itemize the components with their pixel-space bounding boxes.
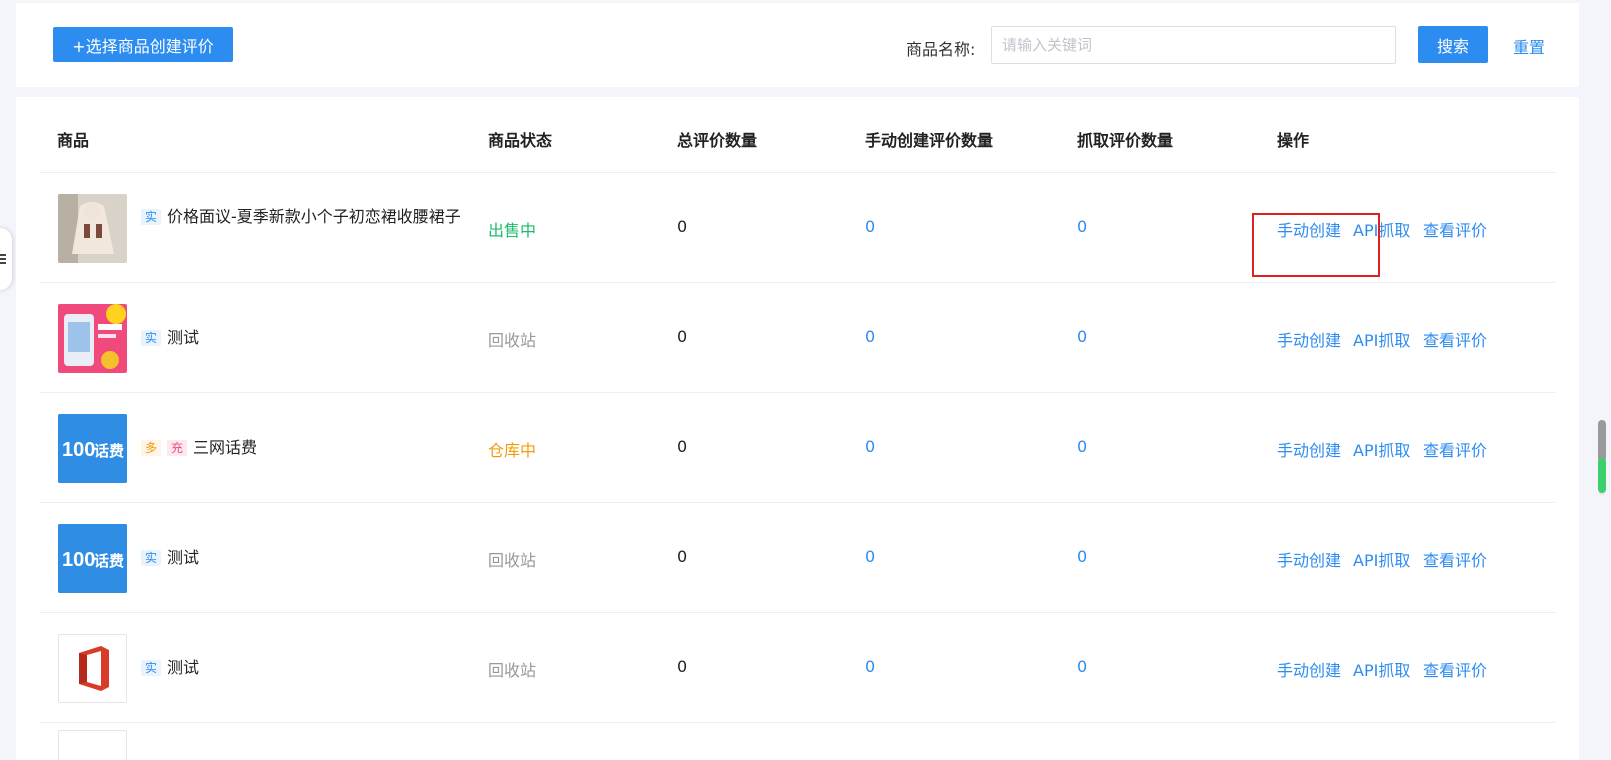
manual-create-link[interactable]: 手动创建 bbox=[1277, 657, 1341, 681]
select-product-create-review-button[interactable]: +选择商品创建评价 bbox=[53, 27, 233, 62]
header-actions: 操作 bbox=[1277, 131, 1310, 150]
search-button[interactable]: 搜索 bbox=[1418, 26, 1488, 63]
table-row-partial bbox=[58, 730, 127, 760]
total-review-count: 0 bbox=[677, 437, 688, 456]
product-thumbnail[interactable]: 100 话费 bbox=[58, 524, 127, 593]
header-product: 商品 bbox=[57, 131, 90, 150]
api-fetch-link[interactable]: API抓取 bbox=[1353, 657, 1410, 681]
office-logo-image bbox=[59, 635, 126, 702]
product-type-tag: 实 bbox=[141, 330, 162, 346]
api-fetch-link[interactable]: API抓取 bbox=[1353, 327, 1410, 351]
product-status: 回收站 bbox=[488, 551, 537, 570]
table-row: 100 话费 多充三网话费 仓库中 0 0 0 手动创建 API抓取 查看评价 bbox=[40, 393, 1555, 503]
view-reviews-link[interactable]: 查看评价 bbox=[1423, 547, 1487, 571]
filter-toolbar: +选择商品创建评价 商品名称: 搜索 重置 bbox=[16, 3, 1579, 87]
fetched-review-count[interactable]: 0 bbox=[1077, 327, 1087, 346]
view-reviews-link[interactable]: 查看评价 bbox=[1423, 327, 1487, 351]
highlight-annotation-box bbox=[1252, 213, 1380, 277]
product-type-tag: 充 bbox=[167, 440, 188, 456]
sidebar-toggle-handle[interactable] bbox=[0, 228, 12, 290]
manual-create-link[interactable]: 手动创建 bbox=[1277, 437, 1341, 461]
product-name[interactable]: 价格面议-夏季新款小个子初恋裙收腰裙子 bbox=[167, 207, 461, 226]
fetched-review-count[interactable]: 0 bbox=[1077, 657, 1087, 676]
product-type-tag: 实 bbox=[141, 660, 162, 676]
reset-link[interactable]: 重置 bbox=[1513, 34, 1545, 58]
view-reviews-link[interactable]: 查看评价 bbox=[1423, 657, 1487, 681]
view-reviews-link[interactable]: 查看评价 bbox=[1423, 437, 1487, 461]
table-row: 实测试 回收站 0 0 0 手动创建 API抓取 查看评价 bbox=[40, 613, 1555, 723]
manual-review-count[interactable]: 0 bbox=[865, 217, 875, 236]
header-product-status: 商品状态 bbox=[488, 131, 553, 150]
scrollbar-indicator bbox=[1598, 458, 1606, 493]
manual-review-count[interactable]: 0 bbox=[865, 437, 875, 456]
menu-icon bbox=[0, 254, 6, 264]
product-status: 出售中 bbox=[488, 221, 537, 240]
product-status: 回收站 bbox=[488, 331, 537, 350]
table-row: 实测试 回收站 0 0 0 手动创建 API抓取 查看评价 bbox=[40, 283, 1555, 393]
product-review-table: 商品 商品状态 总评价数量 手动创建评价数量 抓取评价数量 操作 实价格面议-夏… bbox=[16, 97, 1579, 760]
table-row: 100 话费 实测试 回收站 0 0 0 手动创建 API抓取 查看评价 bbox=[40, 503, 1555, 613]
manual-create-link[interactable]: 手动创建 bbox=[1277, 547, 1341, 571]
fetched-review-count[interactable]: 0 bbox=[1077, 217, 1087, 236]
total-review-count: 0 bbox=[677, 217, 688, 236]
product-name-cell: 实价格面议-夏季新款小个子初恋裙收腰裙子 bbox=[141, 206, 471, 228]
total-review-count: 0 bbox=[677, 657, 688, 676]
header-fetched-reviews: 抓取评价数量 bbox=[1077, 131, 1174, 150]
manual-review-count[interactable]: 0 bbox=[865, 657, 875, 676]
product-status: 回收站 bbox=[488, 661, 537, 680]
product-name-cell: 实测试 bbox=[141, 327, 471, 349]
product-name[interactable]: 测试 bbox=[167, 328, 199, 347]
header-total-reviews: 总评价数量 bbox=[677, 131, 758, 150]
product-thumbnail[interactable] bbox=[58, 634, 127, 703]
product-type-tag: 实 bbox=[141, 209, 162, 225]
scrollbar-thumb[interactable] bbox=[1598, 420, 1606, 462]
pink-poster-image bbox=[58, 304, 127, 373]
product-name-cell: 实测试 bbox=[141, 547, 471, 569]
product-type-tag: 实 bbox=[141, 550, 162, 566]
api-fetch-link[interactable]: API抓取 bbox=[1353, 437, 1410, 461]
dress-photo-image bbox=[58, 194, 127, 263]
thumb-text: 话费 bbox=[94, 552, 124, 570]
product-thumbnail[interactable]: 100 话费 bbox=[58, 414, 127, 483]
manual-review-count[interactable]: 0 bbox=[865, 327, 875, 346]
product-type-tag: 多 bbox=[141, 440, 162, 456]
thumb-text: 100 bbox=[62, 439, 95, 461]
table-header: 商品 商品状态 总评价数量 手动创建评价数量 抓取评价数量 操作 bbox=[40, 97, 1555, 173]
phone-credit-image: 100 话费 bbox=[58, 414, 127, 483]
thumb-text: 100 bbox=[62, 549, 95, 571]
manual-review-count[interactable]: 0 bbox=[865, 547, 875, 566]
product-name-cell: 实测试 bbox=[141, 657, 471, 679]
product-thumbnail[interactable] bbox=[58, 304, 127, 373]
product-name-cell: 多充三网话费 bbox=[141, 437, 471, 459]
total-review-count: 0 bbox=[677, 327, 688, 346]
view-reviews-link[interactable]: 查看评价 bbox=[1423, 217, 1487, 241]
product-name[interactable]: 测试 bbox=[167, 658, 199, 677]
manual-create-link[interactable]: 手动创建 bbox=[1277, 327, 1341, 351]
fetched-review-count[interactable]: 0 bbox=[1077, 547, 1087, 566]
fetched-review-count[interactable]: 0 bbox=[1077, 437, 1087, 456]
total-review-count: 0 bbox=[677, 547, 688, 566]
product-name[interactable]: 测试 bbox=[167, 548, 199, 567]
product-thumbnail[interactable] bbox=[58, 194, 127, 263]
product-status: 仓库中 bbox=[488, 441, 537, 460]
phone-credit-image: 100 话费 bbox=[58, 524, 127, 593]
product-name-search-input[interactable] bbox=[991, 26, 1396, 64]
header-manual-reviews: 手动创建评价数量 bbox=[865, 131, 994, 150]
api-fetch-link[interactable]: API抓取 bbox=[1353, 547, 1410, 571]
thumb-text: 话费 bbox=[94, 442, 124, 460]
product-name-label: 商品名称: bbox=[906, 40, 976, 59]
product-name[interactable]: 三网话费 bbox=[193, 438, 257, 457]
